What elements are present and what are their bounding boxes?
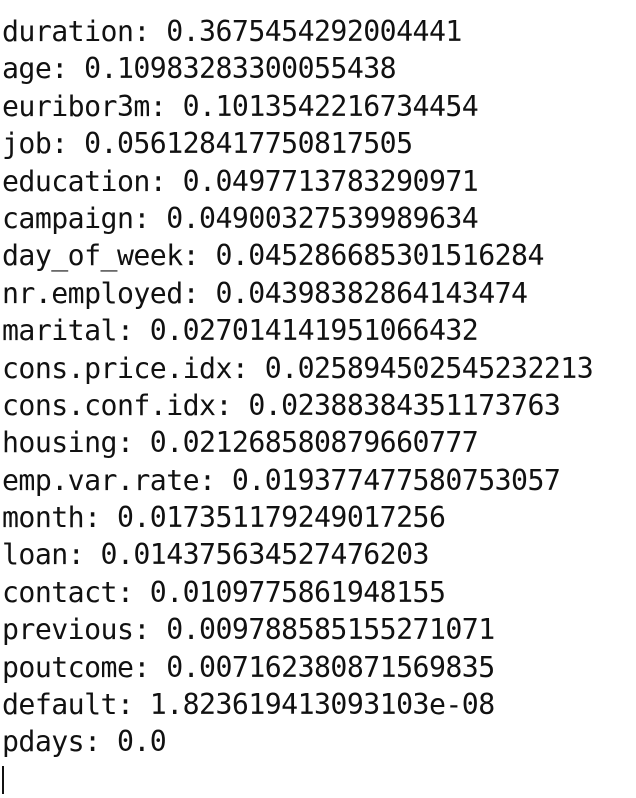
- separator: :: [182, 276, 216, 310]
- feature-value: 0.045286685301516284: [215, 239, 544, 273]
- separator: :: [133, 201, 167, 235]
- output-line: contact: 0.0109775861948155: [0, 574, 636, 611]
- input-line[interactable]: [0, 761, 636, 798]
- separator: :: [116, 426, 150, 460]
- feature-name: month: [2, 501, 85, 535]
- feature-value: 0.025894502545232213: [264, 351, 594, 385]
- feature-name: campaign: [2, 201, 134, 235]
- feature-name: euribor3m: [2, 89, 150, 123]
- separator: :: [133, 613, 167, 647]
- feature-value: 0.0497713783290971: [182, 164, 479, 198]
- feature-name: cons.price.idx: [2, 351, 232, 385]
- output-line: poutcome: 0.007162380871569835: [0, 649, 636, 686]
- output-line: marital: 0.027014141951066432: [0, 312, 636, 349]
- feature-name: day_of_week: [2, 239, 183, 273]
- output-line: emp.var.rate: 0.019377477580753057: [0, 462, 636, 499]
- feature-name: loan: [2, 538, 68, 572]
- feature-value: 0.027014141951066432: [149, 314, 479, 348]
- feature-value: 0.009788585155271071: [166, 613, 495, 647]
- separator: :: [231, 351, 265, 385]
- feature-value: 1.823619413093103e-08: [149, 688, 495, 722]
- feature-name: education: [2, 164, 150, 198]
- separator: :: [182, 239, 216, 273]
- separator: :: [84, 725, 117, 759]
- output-line: education: 0.0497713783290971: [0, 163, 636, 200]
- feature-value: 0.007162380871569835: [166, 650, 495, 684]
- terminal-output[interactable]: duration: 0.3675454292004441 age: 0.1098…: [0, 0, 636, 794]
- separator: :: [133, 650, 167, 684]
- feature-value: 0.014375634527476203: [100, 538, 430, 572]
- feature-value: 0.1013542216734454: [182, 89, 479, 123]
- separator: :: [51, 52, 85, 86]
- feature-value: 0.017351179249017256: [116, 501, 446, 535]
- feature-name: job: [2, 127, 52, 161]
- text-cursor: [2, 765, 4, 794]
- feature-name: duration: [2, 15, 134, 48]
- separator: :: [116, 688, 150, 722]
- output-line: loan: 0.014375634527476203: [0, 536, 636, 573]
- output-line: pdays: 0.0: [0, 723, 636, 760]
- output-line: euribor3m: 0.1013542216734454: [0, 88, 636, 125]
- output-line: age: 0.10983283300055438: [0, 50, 636, 87]
- feature-name: contact: [2, 575, 118, 609]
- output-line: default: 1.823619413093103e-08: [0, 686, 636, 723]
- feature-value: 0.3675454292004441: [166, 15, 462, 48]
- feature-name: cons.conf.idx: [2, 388, 216, 422]
- separator: :: [116, 575, 150, 609]
- feature-value: 0.019377477580753057: [231, 463, 561, 497]
- feature-value: 0.10983283300055438: [84, 52, 397, 86]
- feature-name: housing: [2, 426, 118, 460]
- feature-value: 0.056128417750817505: [84, 127, 413, 161]
- output-line: day_of_week: 0.045286685301516284: [0, 237, 636, 274]
- separator: :: [51, 127, 85, 161]
- output-line: previous: 0.009788585155271071: [0, 611, 636, 648]
- feature-name: pdays: [2, 725, 85, 759]
- separator: :: [199, 463, 232, 497]
- output-line: job: 0.056128417750817505: [0, 125, 636, 162]
- feature-name: nr.employed: [2, 276, 183, 310]
- output-line: month: 0.017351179249017256: [0, 499, 636, 536]
- feature-value: 0.04398382864143474: [215, 276, 528, 310]
- feature-name: marital: [2, 314, 118, 348]
- separator: :: [215, 388, 249, 422]
- feature-name: emp.var.rate: [2, 463, 200, 497]
- feature-value: 0.0109775861948155: [149, 575, 446, 609]
- feature-name: previous: [2, 613, 134, 647]
- separator: :: [149, 89, 183, 123]
- output-line: campaign: 0.04900327539989634: [0, 200, 636, 237]
- output-line: cons.price.idx: 0.025894502545232213: [0, 350, 636, 387]
- output-line: housing: 0.021268580879660777: [0, 424, 636, 461]
- output-line: nr.employed: 0.04398382864143474: [0, 275, 636, 312]
- output-line: duration: 0.3675454292004441: [0, 13, 636, 50]
- feature-value: 0.0: [116, 725, 167, 759]
- output-line: cons.conf.idx: 0.02388384351173763: [0, 387, 636, 424]
- feature-value: 0.02388384351173763: [248, 388, 561, 422]
- separator: :: [116, 314, 150, 348]
- separator: :: [133, 15, 167, 48]
- separator: :: [149, 164, 183, 198]
- separator: :: [84, 501, 117, 535]
- feature-name: age: [2, 52, 52, 86]
- separator: :: [67, 538, 101, 572]
- feature-name: poutcome: [2, 650, 134, 684]
- feature-name: default: [2, 688, 118, 722]
- feature-value: 0.04900327539989634: [166, 201, 479, 235]
- feature-value: 0.021268580879660777: [149, 426, 479, 460]
